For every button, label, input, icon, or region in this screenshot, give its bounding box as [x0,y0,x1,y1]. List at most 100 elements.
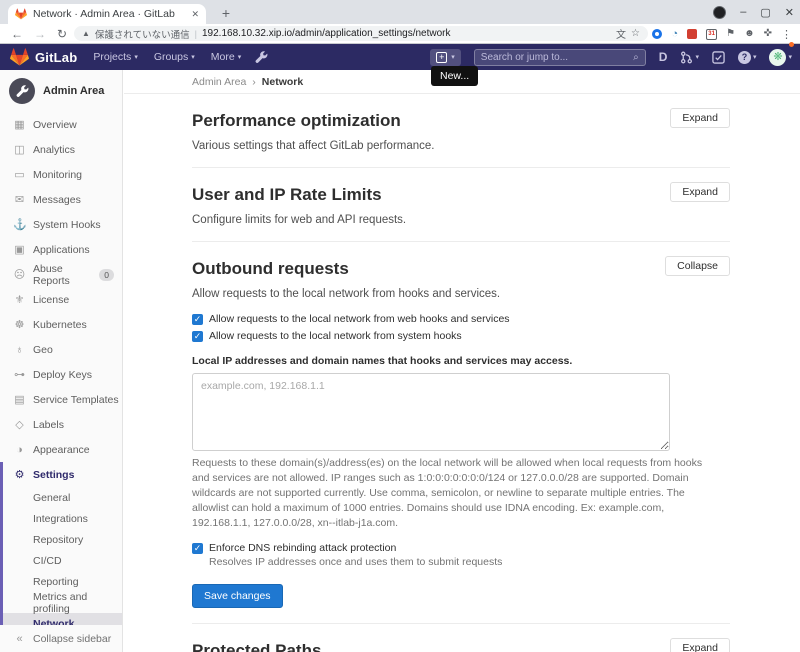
sidebar-item-overview[interactable]: ▦ Overview [0,112,122,137]
sidebar-item-geo[interactable]: ♁ Geo [0,337,122,362]
todos-icon[interactable] [712,51,725,64]
gitlab-admin-network-page: Network · Admin Area · GitLab ✕ + – ▢ ✕ … [0,0,800,652]
sidebar-item-labels[interactable]: ◇ Labels [0,412,122,437]
monitoring-icon: ▭ [13,168,26,181]
plus-icon: + [436,52,447,63]
expand-button[interactable]: Expand [670,182,730,202]
admin-sidebar: Admin Area ▦ Overview ◫ Analytics ▭ Moni… [0,70,123,652]
help-menu[interactable]: ? ▾ [738,51,757,64]
breadcrumb-current: Network [262,76,303,88]
checkbox-checked[interactable]: ✓ [192,543,203,554]
section-performance-optimization: Performance optimization Various setting… [192,94,730,168]
browser-tab[interactable]: Network · Admin Area · GitLab ✕ [8,4,206,24]
tab-title: Network · Admin Area · GitLab [33,8,185,20]
sidebar-item-applications[interactable]: ▣ Applications [0,237,122,262]
sidebar-item-settings-reporting[interactable]: Reporting [3,571,122,592]
applications-icon: ▣ [13,243,26,256]
sidebar-item-settings[interactable]: ⚙ Settings [3,462,122,487]
url-bar[interactable]: ▲ 保護されていない通信 | 192.168.10.32.xip.io/admi… [74,26,648,41]
checkbox-label: Allow requests to the local network from… [209,330,462,342]
issues-icon[interactable]: D [659,50,668,64]
gitlab-logo[interactable]: GitLab [10,48,77,66]
browser-menu-icon[interactable]: ⋮ [781,28,792,41]
allowlist-label: Local IP addresses and domain names that… [192,355,730,367]
merge-requests-icon[interactable]: ▾ [680,51,699,64]
sidebar-item-settings-repository[interactable]: Repository [3,529,122,550]
help-icon: ? [738,51,751,64]
expand-button[interactable]: Expand [670,638,730,652]
chevron-down-icon: ▾ [451,53,455,61]
global-search[interactable]: ⌕ [474,49,646,66]
chevron-down-icon: ▾ [134,53,138,61]
sidebar-item-settings-metrics[interactable]: Metrics and profiling [3,592,122,613]
extension-icon[interactable] [652,29,662,39]
geo-icon: ♁ [13,344,26,356]
checkbox-checked[interactable]: ✓ [192,314,203,325]
new-dropdown-tooltip: New... [431,66,478,86]
service-templates-icon: ▤ [13,393,26,406]
sidebar-item-service-templates[interactable]: ▤ Service Templates [0,387,122,412]
extension-people-icon[interactable]: ☻ [744,29,755,39]
sidebar-header[interactable]: Admin Area [0,70,122,112]
sidebar-item-appearance[interactable]: ◑ Appearance [0,437,122,462]
back-icon[interactable]: ← [11,27,23,41]
sidebar-item-system-hooks[interactable]: ⚓ System Hooks [0,212,122,237]
dns-rebinding-help-text: Resolves IP addresses once and uses them… [209,556,730,568]
extension-puzzle-icon[interactable]: ✜ [764,29,772,39]
forward-icon[interactable]: → [34,27,46,41]
extension-calendar-icon[interactable]: 31 [706,29,717,40]
chevron-down-icon: ▾ [238,53,242,61]
sidebar-item-settings-general[interactable]: General [3,487,122,508]
tab-close-icon[interactable]: ✕ [191,9,199,20]
extension-bookmark-icon[interactable]: ⚑ [726,29,735,39]
search-icon: ⌕ [633,52,639,63]
sidebar-item-deploy-keys[interactable]: ⊶ Deploy Keys [0,362,122,387]
bookmark-star-icon[interactable]: ☆ [631,28,640,39]
sidebar-item-messages[interactable]: ✉ Messages [0,187,122,212]
sidebar-item-monitoring[interactable]: ▭ Monitoring [0,162,122,187]
sidebar-item-analytics[interactable]: ◫ Analytics [0,137,122,162]
browser-profile-icon[interactable] [713,6,726,19]
url-text[interactable]: 192.168.10.32.xip.io/admin/application_s… [202,28,611,39]
window-maximize-button[interactable]: ▢ [760,6,770,19]
notification-dot [789,42,794,47]
window-minimize-button[interactable]: – [740,6,746,18]
new-dropdown-button[interactable]: + ▾ [430,49,461,66]
user-menu[interactable]: ❋ ▾ [769,49,792,66]
sidebar-item-settings-integrations[interactable]: Integrations [3,508,122,529]
license-icon: ⚜ [13,293,26,306]
overview-icon: ▦ [13,118,26,131]
browser-toolbar: ← → ↻ ▲ 保護されていない通信 | 192.168.10.32.xip.i… [0,24,800,44]
sidebar-settings-group: ⚙ Settings General Integrations Reposito… [0,462,122,634]
sidebar-item-settings-cicd[interactable]: CI/CD [3,550,122,571]
breadcrumb-admin-area[interactable]: Admin Area [192,76,246,88]
not-secure-label: 保護されていない通信 [95,27,190,41]
checkbox-checked[interactable]: ✓ [192,331,203,342]
allowlist-help-text: Requests to these domain(s)/address(es) … [192,456,704,531]
new-tab-button[interactable]: + [216,3,236,23]
collapse-sidebar-button[interactable]: « Collapse sidebar [0,625,122,652]
collapse-button[interactable]: Collapse [665,256,730,276]
reload-icon[interactable]: ↻ [57,27,67,41]
sidebar-item-kubernetes[interactable]: ☸ Kubernetes [0,312,122,337]
expand-button[interactable]: Expand [670,108,730,128]
checkbox-row-webhooks: ✓ Allow requests to the local network fr… [192,313,730,325]
translate-icon[interactable]: 文 [616,26,626,41]
sidebar-item-license[interactable]: ⚜ License [0,287,122,312]
window-close-button[interactable]: ✕ [785,6,794,19]
section-description: Configure limits for web and API request… [192,214,730,226]
section-title: Outbound requests [192,259,730,279]
extension-icon[interactable] [687,29,697,39]
nav-groups-menu[interactable]: Groups▾ [154,51,195,63]
appearance-icon: ◑ [13,444,26,456]
allowlist-textarea[interactable] [192,373,670,451]
nav-projects-menu[interactable]: Projects▾ [93,51,137,63]
sidebar-item-abuse-reports[interactable]: ☹ Abuse Reports 0 [0,262,122,287]
save-changes-button[interactable]: Save changes [192,584,283,608]
gitlab-brand-text: GitLab [35,50,77,65]
extension-clock-icon[interactable]: ◔ [671,28,678,40]
nav-more-menu[interactable]: More▾ [211,51,241,63]
admin-wrench-icon[interactable] [255,51,268,64]
search-input[interactable] [481,52,633,63]
url-separator: | [195,29,197,39]
